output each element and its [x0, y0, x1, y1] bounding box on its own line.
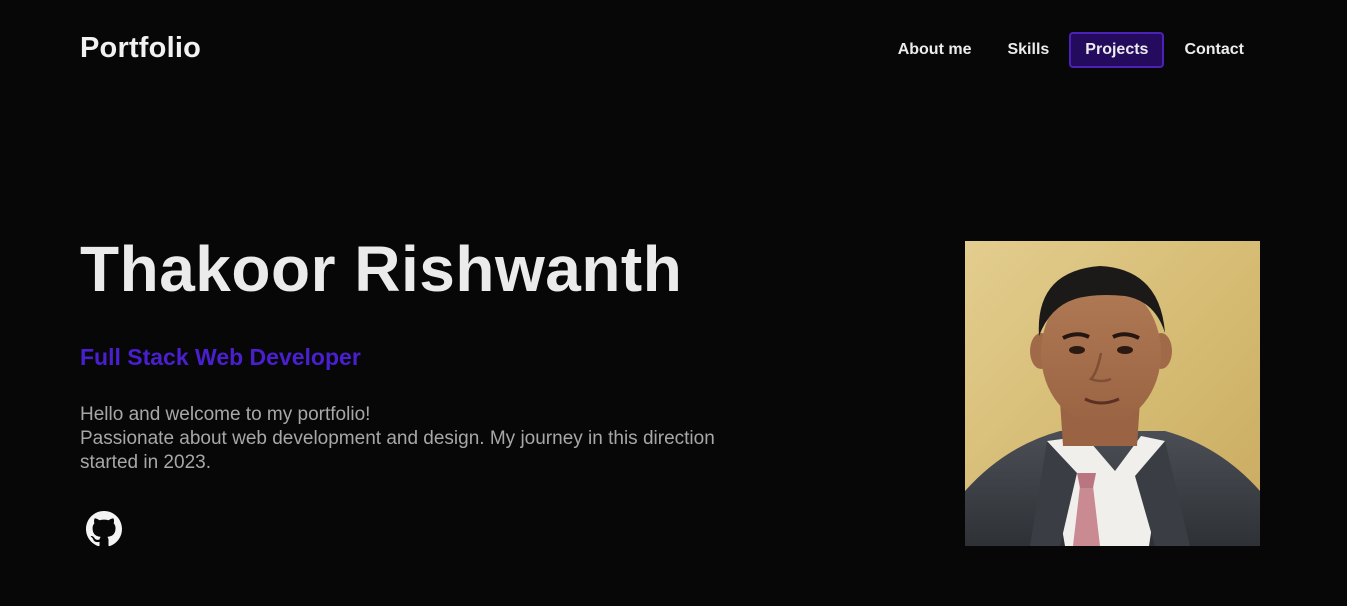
intro-line-welcome: Hello and welcome to my portfolio!	[80, 404, 371, 425]
hero-name: Thakoor Rishwanth	[80, 233, 683, 305]
portfolio-page: Portfolio About me Skills Projects Conta…	[0, 0, 1347, 606]
site-brand[interactable]: Portfolio	[80, 32, 201, 65]
nav-projects[interactable]: Projects	[1069, 32, 1165, 68]
nav-contact[interactable]: Contact	[1168, 32, 1260, 68]
intro-line-journey: Passionate about web development and des…	[80, 428, 715, 473]
main-nav: About me Skills Projects Contact	[882, 32, 1260, 68]
nav-about-me[interactable]: About me	[882, 32, 988, 68]
github-icon[interactable]	[86, 511, 122, 547]
hero-intro: Hello and welcome to my portfolio! Passi…	[80, 403, 720, 475]
profile-photo	[965, 241, 1260, 546]
hero-role: Full Stack Web Developer	[80, 344, 361, 370]
nav-skills[interactable]: Skills	[991, 32, 1065, 68]
